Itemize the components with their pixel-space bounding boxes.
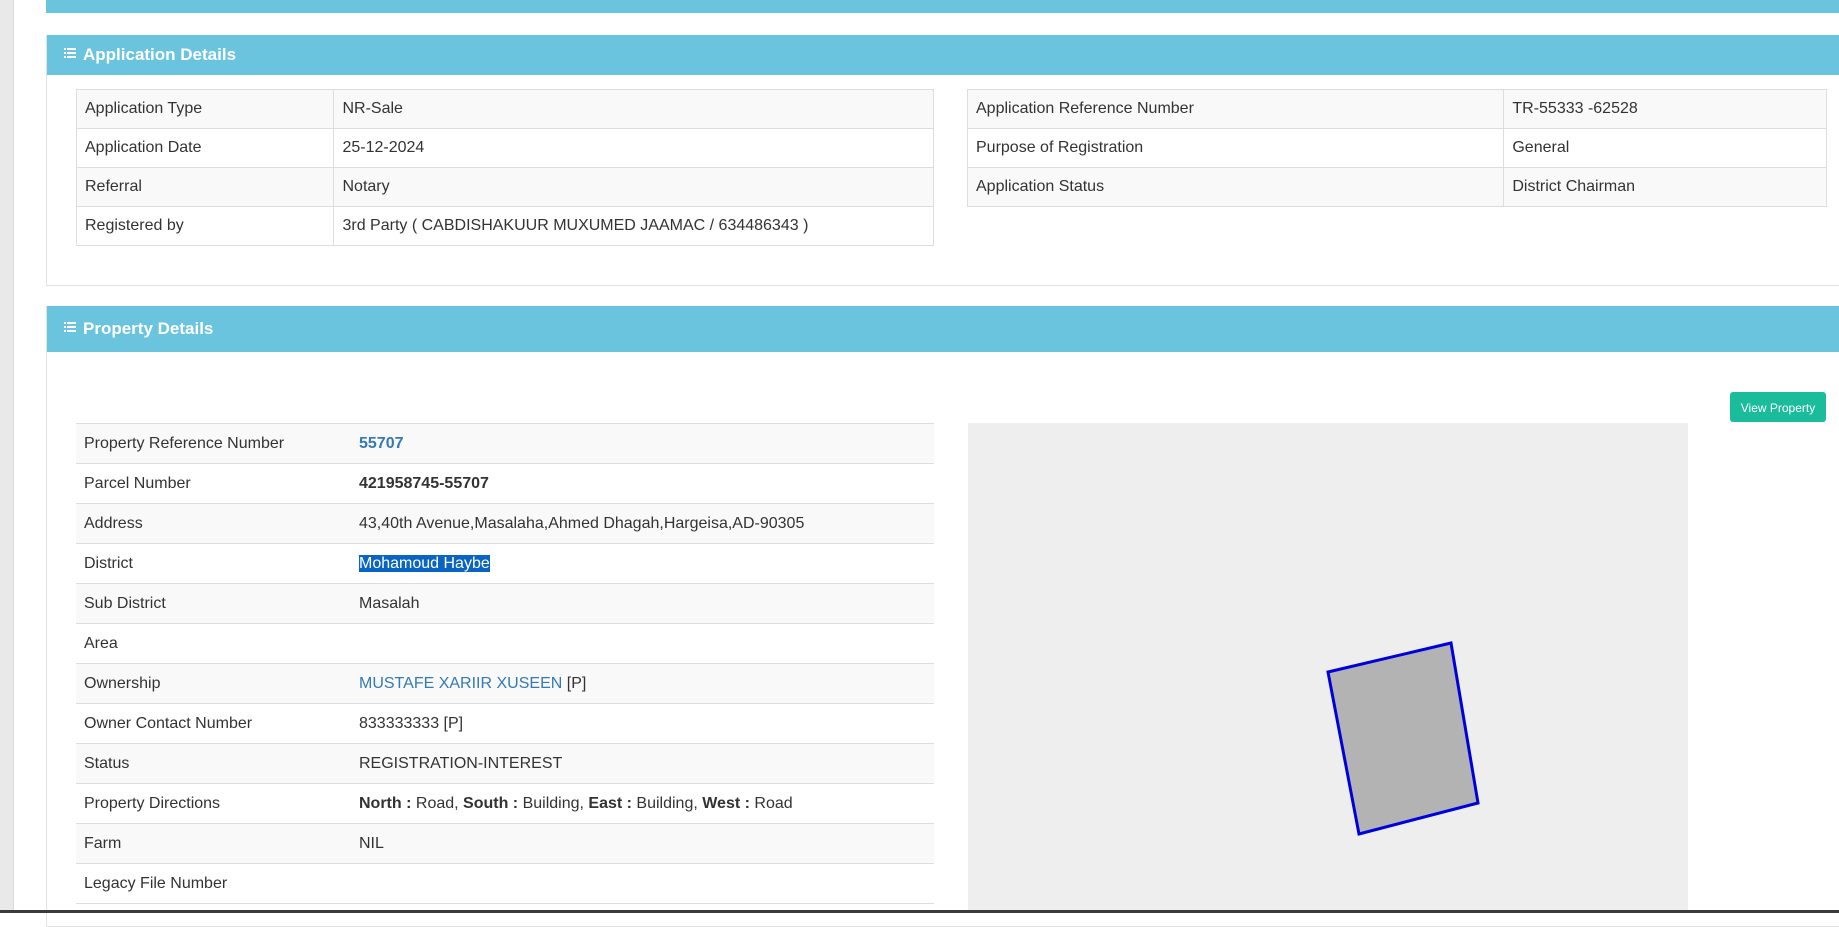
- row-label: Application Status: [966, 167, 1505, 207]
- table-row: Owner Contact Number 833333333 [P]: [76, 703, 934, 744]
- table-row: Property Reference Number 55707: [76, 423, 934, 464]
- row-label: Farm: [76, 823, 351, 864]
- district-value-selected: Mohamoud Haybe: [359, 554, 490, 572]
- row-value: North : Road, South : Building, East : B…: [351, 783, 934, 824]
- application-details-left-table: Application Type NR-Sale Application Dat…: [75, 89, 934, 246]
- row-label: Application Date: [75, 128, 335, 168]
- application-details-title: Application Details: [83, 45, 237, 64]
- parcel-polygon[interactable]: [1326, 641, 1480, 836]
- row-value: REGISTRATION-INTEREST: [351, 743, 934, 784]
- west-value: Road: [749, 794, 793, 812]
- application-details-right-table: Application Reference Number TR-55333 -6…: [966, 89, 1827, 207]
- left-gutter: [0, 0, 14, 913]
- property-reference-link[interactable]: 55707: [359, 435, 404, 452]
- row-label: Property Reference Number: [76, 423, 351, 464]
- table-row: Ownership MUSTAFE XARIIR XUSEEN [P]: [76, 663, 934, 704]
- row-label: Ownership: [76, 663, 351, 704]
- row-value: NR-Sale: [333, 89, 934, 129]
- north-value: Road,: [411, 794, 464, 812]
- row-label: Registered by: [75, 206, 335, 246]
- previous-panel-header: [46, 0, 1839, 13]
- row-value: 3rd Party ( CABDISHAKUUR MUXUMED JAAMAC …: [333, 206, 934, 246]
- table-row: Legacy File Number: [76, 863, 934, 904]
- row-label: District: [76, 543, 351, 584]
- row-value: 25-12-2024: [333, 128, 934, 168]
- south-label: South :: [463, 794, 519, 812]
- table-row: Application Date 25-12-2024: [75, 128, 934, 168]
- table-row: District Mohamoud Haybe: [76, 543, 934, 584]
- row-label: Application Type: [75, 89, 335, 129]
- row-value: [351, 623, 934, 664]
- map-canvas: [1326, 641, 1480, 836]
- application-details-header[interactable]: Application Details: [47, 35, 1839, 75]
- row-value: Notary: [333, 167, 934, 207]
- table-row: Farm NIL: [76, 823, 934, 864]
- row-label: Parcel Number: [76, 463, 351, 504]
- row-value: District Chairman: [1503, 167, 1827, 207]
- row-label: Application Reference Number: [966, 89, 1505, 129]
- west-label: West :: [702, 794, 750, 812]
- north-label: North :: [359, 794, 412, 812]
- east-label: East :: [588, 794, 632, 812]
- row-value: 421958745-55707: [351, 463, 934, 504]
- table-row: Application Type NR-Sale: [75, 89, 934, 129]
- row-value: 833333333 [P]: [351, 703, 934, 744]
- property-map[interactable]: [968, 423, 1688, 913]
- row-value: Masalah: [351, 583, 934, 624]
- table-row: Parcel Number 421958745-55707: [76, 463, 934, 504]
- property-details-table: Property Reference Number 55707 Parcel N…: [76, 423, 934, 904]
- row-label: Address: [76, 503, 351, 544]
- row-value: Mohamoud Haybe: [351, 543, 934, 584]
- view-property-button[interactable]: View Property: [1730, 392, 1826, 422]
- row-value: 43,40th Avenue,Masalaha,Ahmed Dhagah,Har…: [351, 503, 934, 544]
- property-details-title: Property Details: [83, 319, 214, 338]
- row-value: NIL: [351, 823, 934, 864]
- table-row: Area: [76, 623, 934, 664]
- table-row: Address 43,40th Avenue,Masalaha,Ahmed Dh…: [76, 503, 934, 544]
- row-value: TR-55333 -62528: [1503, 89, 1827, 129]
- east-value: Building,: [631, 794, 703, 812]
- table-row: Sub District Masalah: [76, 583, 934, 624]
- table-row: Status REGISTRATION-INTEREST: [76, 743, 934, 784]
- row-label: Sub District: [76, 583, 351, 624]
- row-label: Referral: [75, 167, 335, 207]
- row-label: Area: [76, 623, 351, 664]
- south-value: Building,: [518, 794, 589, 812]
- list-icon: [64, 321, 76, 333]
- table-row: Registered by 3rd Party ( CABDISHAKUUR M…: [75, 206, 934, 246]
- table-row: Referral Notary: [75, 167, 934, 207]
- row-value: [351, 863, 934, 904]
- owner-name-link[interactable]: MUSTAFE XARIIR XUSEEN: [359, 675, 562, 692]
- row-label: Owner Contact Number: [76, 703, 351, 744]
- row-value: MUSTAFE XARIIR XUSEEN [P]: [351, 663, 934, 704]
- list-icon: [64, 47, 76, 59]
- owner-type: [P]: [562, 674, 587, 692]
- row-label: Status: [76, 743, 351, 784]
- property-details-header[interactable]: Property Details: [47, 306, 1839, 352]
- main-content: Application Details Application Type NR-…: [46, 0, 1839, 927]
- row-label: Legacy File Number: [76, 863, 351, 904]
- table-row: Purpose of Registration General: [966, 128, 1827, 168]
- row-value: General: [1503, 128, 1827, 168]
- table-row: Property Directions North : Road, South …: [76, 783, 934, 824]
- table-row: Application Reference Number TR-55333 -6…: [966, 89, 1827, 129]
- row-value: 55707: [351, 423, 934, 464]
- table-row: Application Status District Chairman: [966, 167, 1827, 207]
- row-label: Purpose of Registration: [966, 128, 1505, 168]
- row-label: Property Directions: [76, 783, 351, 824]
